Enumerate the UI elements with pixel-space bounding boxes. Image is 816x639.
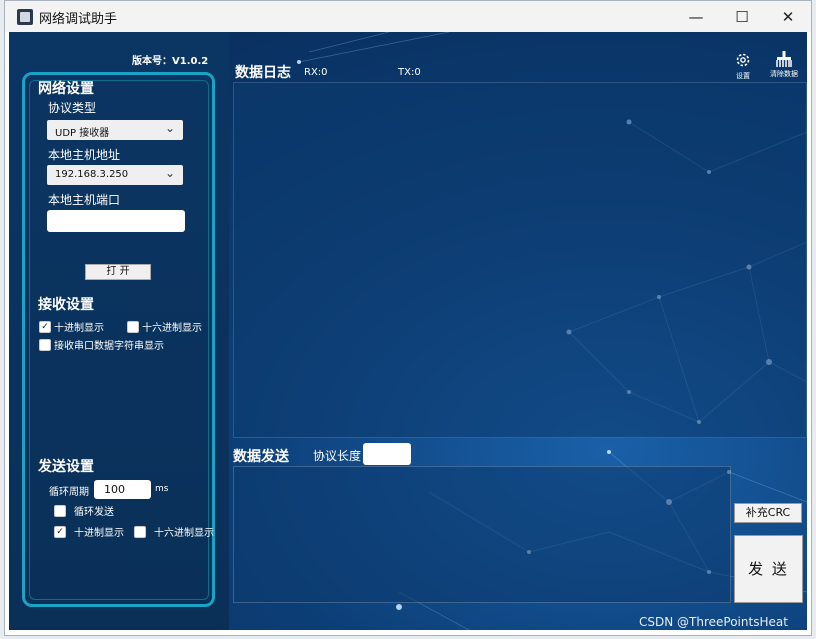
maximize-button[interactable]: ☐ [719, 1, 765, 32]
title-bar[interactable]: 网络调试助手 — ☐ ✕ [5, 1, 811, 32]
loop-period-label: 循环周期 [49, 487, 89, 498]
host-address-value: 192.168.3.250 [55, 169, 129, 180]
receive-settings-title: 接收设置 [38, 297, 94, 313]
send-decimal-box: ✓ [54, 525, 66, 538]
network-settings-title: 网络设置 [38, 81, 94, 97]
gear-icon [736, 53, 750, 67]
protocol-type-label: 协议类型 [48, 101, 97, 115]
chevron-down-icon: ⌄ [164, 121, 175, 135]
receive-decimal-box: ✓ [39, 320, 51, 333]
host-address-select[interactable]: 192.168.3.250 ⌄ [47, 165, 183, 185]
app-icon [17, 9, 33, 25]
loop-send-checkbox[interactable]: 循环发送 [54, 503, 114, 518]
send-settings-title: 发送设置 [38, 459, 94, 475]
broom-icon [776, 51, 792, 67]
close-button[interactable]: ✕ [765, 1, 811, 32]
window-title: 网络调试助手 [39, 12, 118, 27]
send-hex-box [134, 525, 146, 538]
send-decimal-label: 十进制显示 [74, 528, 124, 539]
settings-button[interactable]: 设置 [731, 51, 755, 81]
data-send-title: 数据发送 [233, 449, 289, 465]
send-data-textarea[interactable] [233, 466, 731, 603]
loop-period-input[interactable]: 100 [94, 480, 151, 499]
receive-string-checkbox[interactable]: 接收串口数据字符串显示 [39, 337, 164, 352]
client-area: 版本号：V1.0.2 网络设置 协议类型 UDP 接收器 ⌄ 本地主机地址 19… [9, 32, 807, 630]
minimize-button[interactable]: — [673, 1, 719, 32]
settings-sidebar: 版本号：V1.0.2 网络设置 协议类型 UDP 接收器 ⌄ 本地主机地址 19… [9, 32, 229, 630]
host-port-input[interactable] [47, 210, 185, 232]
protocol-type-value: UDP 接收器 [55, 128, 110, 139]
receive-string-box [39, 338, 51, 351]
receive-hex-box [127, 320, 139, 333]
clear-data-label: 清除数据 [770, 70, 798, 78]
append-crc-button[interactable]: 补充CRC [734, 503, 802, 523]
loop-send-label: 循环发送 [74, 507, 114, 518]
receive-hex-checkbox[interactable]: 十六进制显示 [127, 319, 202, 334]
receive-hex-label: 十六进制显示 [142, 323, 202, 334]
csdn-watermark: CSDN @ThreePointsHeat [639, 615, 788, 629]
protocol-type-select[interactable]: UDP 接收器 ⌄ [47, 120, 183, 140]
data-log-title: 数据日志 [235, 65, 291, 81]
clear-data-button[interactable]: 清除数据 [765, 51, 803, 79]
loop-period-unit: ms [155, 484, 169, 494]
data-log-area[interactable] [233, 82, 807, 438]
receive-string-label: 接收串口数据字符串显示 [54, 341, 164, 352]
app-window: 网络调试助手 — ☐ ✕ 版本号：V1.0.2 网络设置 协议类型 UDP 接收… [4, 0, 812, 636]
chevron-down-icon: ⌄ [164, 166, 175, 180]
version-label: 版本号：V1.0.2 [132, 56, 209, 67]
settings-label: 设置 [736, 72, 750, 80]
send-hex-checkbox[interactable]: 十六进制显示 [134, 524, 214, 539]
protocol-length-label: 协议长度 [313, 449, 362, 463]
open-button[interactable]: 打 开 [85, 264, 151, 280]
protocol-length-input[interactable] [363, 443, 411, 465]
host-address-label: 本地主机地址 [48, 148, 121, 162]
send-button[interactable]: 发 送 [734, 535, 803, 603]
loop-send-box [54, 504, 66, 517]
receive-decimal-checkbox[interactable]: ✓ 十进制显示 [39, 319, 104, 334]
rx-counter: RX:0 [304, 67, 328, 78]
send-hex-label: 十六进制显示 [154, 528, 214, 539]
host-port-label: 本地主机端口 [48, 193, 121, 207]
tx-counter: TX:0 [398, 67, 421, 78]
send-decimal-checkbox[interactable]: ✓ 十进制显示 [54, 524, 124, 539]
receive-decimal-label: 十进制显示 [54, 323, 104, 334]
